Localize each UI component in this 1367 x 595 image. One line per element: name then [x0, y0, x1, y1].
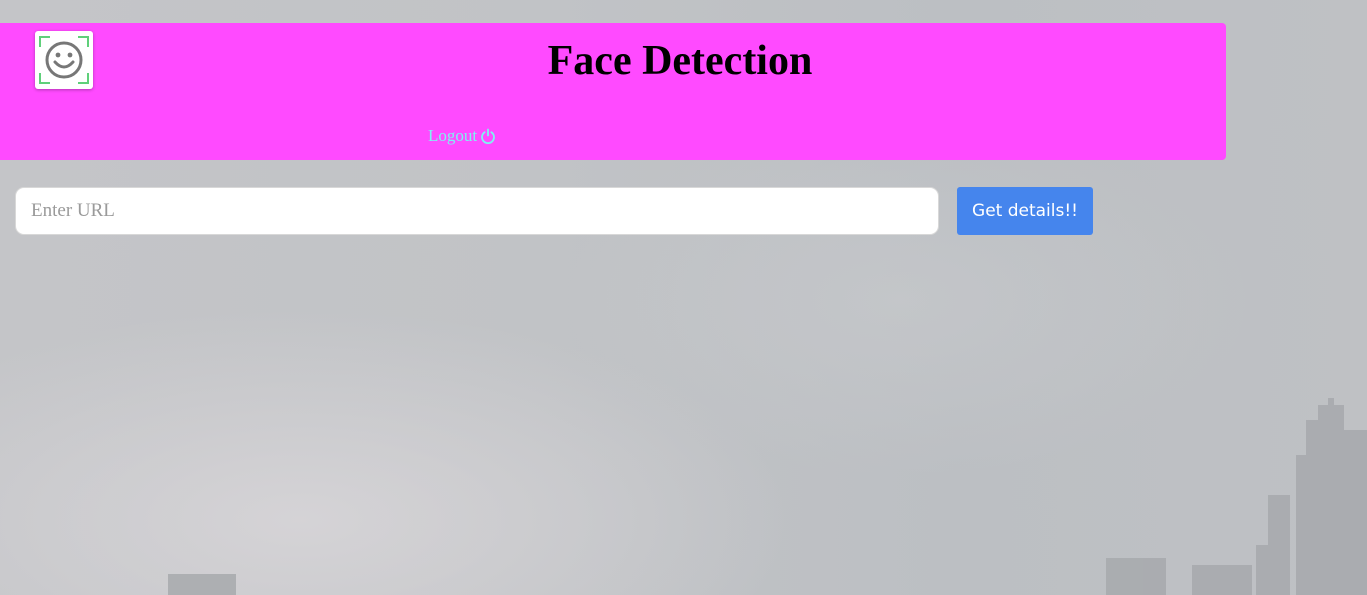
power-icon	[481, 128, 495, 144]
get-details-button[interactable]: Get details!!	[957, 187, 1093, 235]
logout-label: Logout	[428, 126, 478, 145]
url-input[interactable]	[15, 187, 939, 235]
page-title: Face Detection	[547, 38, 813, 84]
logout-link[interactable]: Logout	[428, 125, 496, 147]
